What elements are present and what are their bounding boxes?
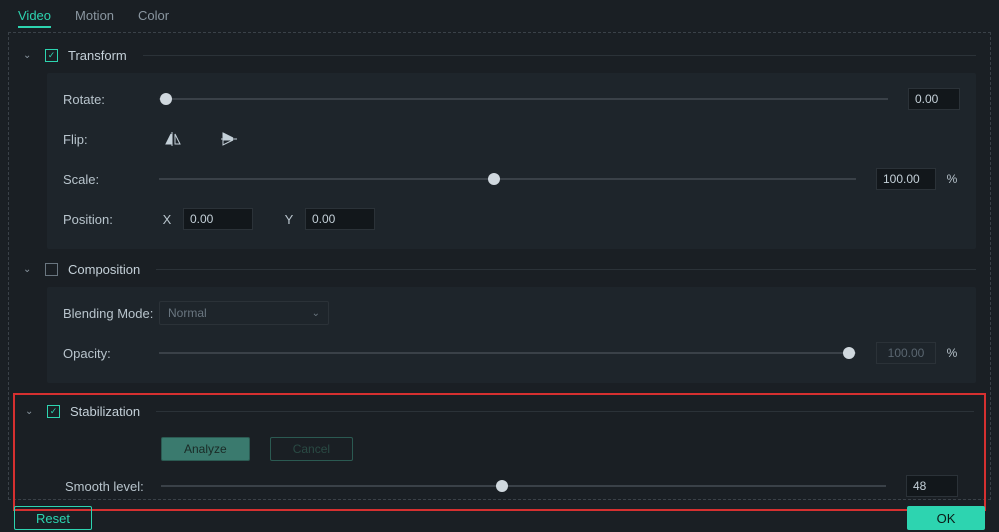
pos-y-input[interactable]: 0.00 — [305, 208, 375, 230]
rotate-input[interactable]: 0.00 — [908, 88, 960, 110]
flip-horizontal-icon[interactable] — [159, 129, 187, 149]
composition-title: Composition — [68, 262, 140, 277]
footer: Reset OK — [0, 500, 999, 530]
opacity-slider[interactable] — [159, 352, 856, 354]
opacity-label: Opacity: — [63, 346, 159, 361]
smooth-slider[interactable] — [161, 485, 886, 487]
divider — [143, 55, 976, 56]
ok-button[interactable]: OK — [907, 506, 985, 530]
transform-title: Transform — [68, 48, 127, 63]
video-panel: ⌄ ✓ Transform Rotate: 0.00 Flip: — [8, 32, 991, 500]
smooth-label: Smooth level: — [65, 479, 161, 494]
stabilization-body: Analyze Cancel Smooth level: 48 — [49, 429, 974, 503]
position-label: Position: — [63, 212, 159, 227]
scale-label: Scale: — [63, 172, 159, 187]
stabilization-checkbox[interactable]: ✓ — [47, 405, 60, 418]
scale-slider-thumb[interactable] — [488, 173, 500, 185]
composition-checkbox[interactable]: ✓ — [45, 263, 58, 276]
chevron-down-icon[interactable]: ⌄ — [23, 264, 35, 275]
tab-motion[interactable]: Motion — [75, 8, 114, 28]
analyze-button[interactable]: Analyze — [161, 437, 250, 461]
composition-section: ⌄ ✓ Composition Blending Mode: Normal ⌄ … — [23, 259, 976, 383]
chevron-down-icon[interactable]: ⌄ — [23, 50, 35, 61]
blending-mode-value: Normal — [168, 306, 207, 320]
transform-body: Rotate: 0.00 Flip: — [47, 73, 976, 249]
composition-body: Blending Mode: Normal ⌄ Opacity: 100.00 … — [47, 287, 976, 383]
pos-x-input[interactable]: 0.00 — [183, 208, 253, 230]
divider — [156, 411, 974, 412]
blending-label: Blending Mode: — [63, 306, 159, 321]
reset-button[interactable]: Reset — [14, 506, 92, 530]
rotate-slider-thumb[interactable] — [160, 93, 172, 105]
chevron-down-icon[interactable]: ⌄ — [25, 406, 37, 417]
transform-section: ⌄ ✓ Transform Rotate: 0.00 Flip: — [23, 45, 976, 249]
tab-video[interactable]: Video — [18, 8, 51, 28]
transform-checkbox[interactable]: ✓ — [45, 49, 58, 62]
cancel-button[interactable]: Cancel — [270, 437, 353, 461]
flip-label: Flip: — [63, 132, 159, 147]
scale-slider[interactable] — [159, 178, 856, 180]
smooth-input[interactable]: 48 — [906, 475, 958, 497]
divider — [156, 269, 976, 270]
stabilization-section-highlighted: ⌄ ✓ Stabilization Analyze Cancel Smooth … — [13, 393, 986, 511]
smooth-slider-thumb[interactable] — [496, 480, 508, 492]
opacity-slider-thumb[interactable] — [843, 347, 855, 359]
pos-y-label: Y — [281, 212, 297, 227]
blending-mode-select[interactable]: Normal ⌄ — [159, 301, 329, 325]
stabilization-title: Stabilization — [70, 404, 140, 419]
rotate-label: Rotate: — [63, 92, 159, 107]
flip-vertical-icon[interactable] — [215, 129, 243, 149]
rotate-slider[interactable] — [159, 98, 888, 100]
opacity-value: 100.00 — [876, 342, 936, 364]
tab-bar: Video Motion Color — [0, 0, 999, 28]
scale-unit: % — [944, 172, 960, 186]
pos-x-label: X — [159, 212, 175, 227]
opacity-unit: % — [944, 346, 960, 360]
scale-input[interactable]: 100.00 — [876, 168, 936, 190]
chevron-down-icon: ⌄ — [312, 308, 320, 319]
tab-color[interactable]: Color — [138, 8, 169, 28]
